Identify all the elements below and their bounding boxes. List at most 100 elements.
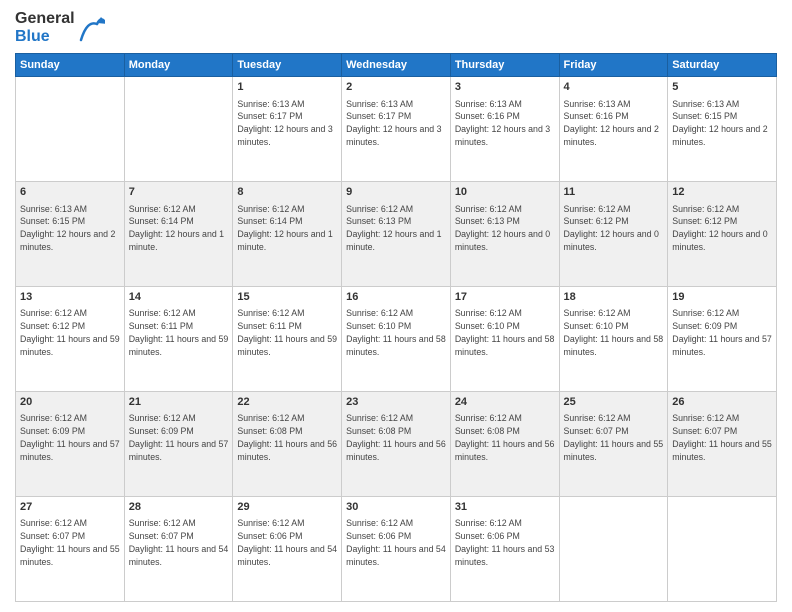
day-number: 22 [237, 395, 337, 410]
day-number: 8 [237, 185, 337, 200]
calendar-cell: 12Sunrise: 6:12 AM Sunset: 6:12 PM Dayli… [668, 182, 777, 287]
day-info: Sunrise: 6:12 AM Sunset: 6:10 PM Dayligh… [564, 307, 664, 358]
calendar-cell: 22 Sunrise: 6:12 AM Sunset: 6:08 PM Dayli… [233, 392, 342, 497]
day-info: Sunrise: 6:12 AM Sunset: 6:11 PM Dayligh… [237, 307, 337, 358]
weekday-header-row: SundayMondayTuesdayWednesdayThursdayFrid… [16, 54, 777, 77]
calendar-cell: 17 Sunrise: 6:12 AM Sunset: 6:10 PM Dayli… [450, 287, 559, 392]
day-number: 11 [564, 185, 664, 200]
day-info: Sunrise: 6:13 AM Sunset: 6:17 PM Dayligh… [346, 98, 446, 149]
calendar-cell [559, 497, 668, 602]
day-number: 18 [564, 290, 664, 305]
calendar-cell: 2Sunrise: 6:13 AM Sunset: 6:17 PM Daylig… [342, 77, 451, 182]
day-number: 17 [455, 290, 555, 305]
day-info: Sunrise: 6:12 AM Sunset: 6:14 PM Dayligh… [129, 203, 229, 254]
calendar-body: 1 Sunrise: 6:13 AM Sunset: 6:17 PM Daylig… [16, 77, 777, 602]
calendar-cell: 6 Sunrise: 6:13 AM Sunset: 6:15 PM Daylig… [16, 182, 125, 287]
day-info: Sunrise: 6:12 AM Sunset: 6:14 PM Dayligh… [237, 203, 337, 254]
logo-blue: Blue [15, 28, 75, 46]
day-info: Sunrise: 6:12 AM Sunset: 6:07 PM Dayligh… [672, 412, 772, 463]
calendar-cell: 13Sunrise: 6:12 AM Sunset: 6:12 PM Dayli… [16, 287, 125, 392]
day-info: Sunrise: 6:12 AM Sunset: 6:12 PM Dayligh… [20, 307, 120, 358]
calendar-cell: 23Sunrise: 6:12 AM Sunset: 6:08 PM Dayli… [342, 392, 451, 497]
calendar-cell: 30Sunrise: 6:12 AM Sunset: 6:06 PM Dayli… [342, 497, 451, 602]
day-info: Sunrise: 6:13 AM Sunset: 6:16 PM Dayligh… [455, 98, 555, 149]
day-info: Sunrise: 6:12 AM Sunset: 6:09 PM Dayligh… [672, 307, 772, 358]
day-info: Sunrise: 6:13 AM Sunset: 6:16 PM Dayligh… [564, 98, 664, 149]
day-info: Sunrise: 6:12 AM Sunset: 6:08 PM Dayligh… [237, 412, 337, 463]
day-number: 3 [455, 80, 555, 95]
calendar-cell: 25 Sunrise: 6:12 AM Sunset: 6:07 PM Dayli… [559, 392, 668, 497]
logo-general: General [15, 10, 75, 28]
day-info: Sunrise: 6:12 AM Sunset: 6:06 PM Dayligh… [455, 517, 555, 568]
day-number: 9 [346, 185, 446, 200]
day-number: 21 [129, 395, 229, 410]
day-info: Sunrise: 6:12 AM Sunset: 6:08 PM Dayligh… [455, 412, 555, 463]
weekday-header-saturday: Saturday [668, 54, 777, 77]
day-info: Sunrise: 6:12 AM Sunset: 6:11 PM Dayligh… [129, 307, 229, 358]
calendar-cell: 29 Sunrise: 6:12 AM Sunset: 6:06 PM Dayli… [233, 497, 342, 602]
calendar-cell: 18 Sunrise: 6:12 AM Sunset: 6:10 PM Dayli… [559, 287, 668, 392]
logo-bird-icon [77, 12, 105, 44]
calendar-week-2: 6 Sunrise: 6:13 AM Sunset: 6:15 PM Daylig… [16, 182, 777, 287]
calendar-cell: 14 Sunrise: 6:12 AM Sunset: 6:11 PM Dayli… [124, 287, 233, 392]
calendar-cell [668, 497, 777, 602]
day-number: 10 [455, 185, 555, 200]
day-number: 15 [237, 290, 337, 305]
day-info: Sunrise: 6:13 AM Sunset: 6:15 PM Dayligh… [672, 98, 772, 149]
calendar-cell: 9Sunrise: 6:12 AM Sunset: 6:13 PM Daylig… [342, 182, 451, 287]
day-info: Sunrise: 6:12 AM Sunset: 6:10 PM Dayligh… [455, 307, 555, 358]
calendar-cell: 1Sunrise: 6:13 AM Sunset: 6:17 PM Daylig… [233, 77, 342, 182]
calendar-cell: 4Sunrise: 6:13 AM Sunset: 6:16 PM Daylig… [559, 77, 668, 182]
day-info: Sunrise: 6:12 AM Sunset: 6:09 PM Dayligh… [129, 412, 229, 463]
weekday-header-tuesday: Tuesday [233, 54, 342, 77]
calendar-week-4: 20 Sunrise: 6:12 AM Sunset: 6:09 PM Dayli… [16, 392, 777, 497]
day-info: Sunrise: 6:12 AM Sunset: 6:12 PM Dayligh… [672, 203, 772, 254]
day-number: 28 [129, 500, 229, 515]
calendar-cell: 5 Sunrise: 6:13 AM Sunset: 6:15 PM Daylig… [668, 77, 777, 182]
day-info: Sunrise: 6:12 AM Sunset: 6:07 PM Dayligh… [129, 517, 229, 568]
logo: General Blue [15, 10, 105, 45]
weekday-header-friday: Friday [559, 54, 668, 77]
calendar-week-1: 1 Sunrise: 6:13 AM Sunset: 6:17 PM Daylig… [16, 77, 777, 182]
weekday-header-monday: Monday [124, 54, 233, 77]
weekday-header-thursday: Thursday [450, 54, 559, 77]
calendar-cell: 10Sunrise: 6:12 AM Sunset: 6:13 PM Dayli… [450, 182, 559, 287]
calendar-table: SundayMondayTuesdayWednesdayThursdayFrid… [15, 53, 777, 602]
day-number: 31 [455, 500, 555, 515]
day-number: 25 [564, 395, 664, 410]
day-number: 16 [346, 290, 446, 305]
calendar-cell: 8 Sunrise: 6:12 AM Sunset: 6:14 PM Daylig… [233, 182, 342, 287]
weekday-header-sunday: Sunday [16, 54, 125, 77]
day-info: Sunrise: 6:12 AM Sunset: 6:12 PM Dayligh… [564, 203, 664, 254]
day-number: 29 [237, 500, 337, 515]
calendar-cell: 7 Sunrise: 6:12 AM Sunset: 6:14 PM Daylig… [124, 182, 233, 287]
day-info: Sunrise: 6:12 AM Sunset: 6:06 PM Dayligh… [237, 517, 337, 568]
day-number: 1 [237, 80, 337, 95]
calendar-cell: 3 Sunrise: 6:13 AM Sunset: 6:16 PM Daylig… [450, 77, 559, 182]
calendar-cell: 19 Sunrise: 6:12 AM Sunset: 6:09 PM Dayli… [668, 287, 777, 392]
day-number: 14 [129, 290, 229, 305]
calendar-week-5: 27 Sunrise: 6:12 AM Sunset: 6:07 PM Dayli… [16, 497, 777, 602]
calendar-cell: 31 Sunrise: 6:12 AM Sunset: 6:06 PM Dayli… [450, 497, 559, 602]
day-number: 26 [672, 395, 772, 410]
day-info: Sunrise: 6:13 AM Sunset: 6:15 PM Dayligh… [20, 203, 120, 254]
day-number: 6 [20, 185, 120, 200]
day-number: 19 [672, 290, 772, 305]
day-info: Sunrise: 6:12 AM Sunset: 6:07 PM Dayligh… [564, 412, 664, 463]
day-number: 20 [20, 395, 120, 410]
day-info: Sunrise: 6:12 AM Sunset: 6:08 PM Dayligh… [346, 412, 446, 463]
day-info: Sunrise: 6:12 AM Sunset: 6:09 PM Dayligh… [20, 412, 120, 463]
calendar-cell: 24Sunrise: 6:12 AM Sunset: 6:08 PM Dayli… [450, 392, 559, 497]
calendar-cell [16, 77, 125, 182]
day-info: Sunrise: 6:12 AM Sunset: 6:07 PM Dayligh… [20, 517, 120, 568]
day-number: 7 [129, 185, 229, 200]
calendar-week-3: 13Sunrise: 6:12 AM Sunset: 6:12 PM Dayli… [16, 287, 777, 392]
calendar-cell: 20 Sunrise: 6:12 AM Sunset: 6:09 PM Dayli… [16, 392, 125, 497]
calendar-cell: 28 Sunrise: 6:12 AM Sunset: 6:07 PM Dayli… [124, 497, 233, 602]
page-header: General Blue [15, 10, 777, 45]
calendar-cell: 26 Sunrise: 6:12 AM Sunset: 6:07 PM Dayli… [668, 392, 777, 497]
day-number: 27 [20, 500, 120, 515]
day-info: Sunrise: 6:12 AM Sunset: 6:06 PM Dayligh… [346, 517, 446, 568]
day-number: 5 [672, 80, 772, 95]
calendar-cell [124, 77, 233, 182]
